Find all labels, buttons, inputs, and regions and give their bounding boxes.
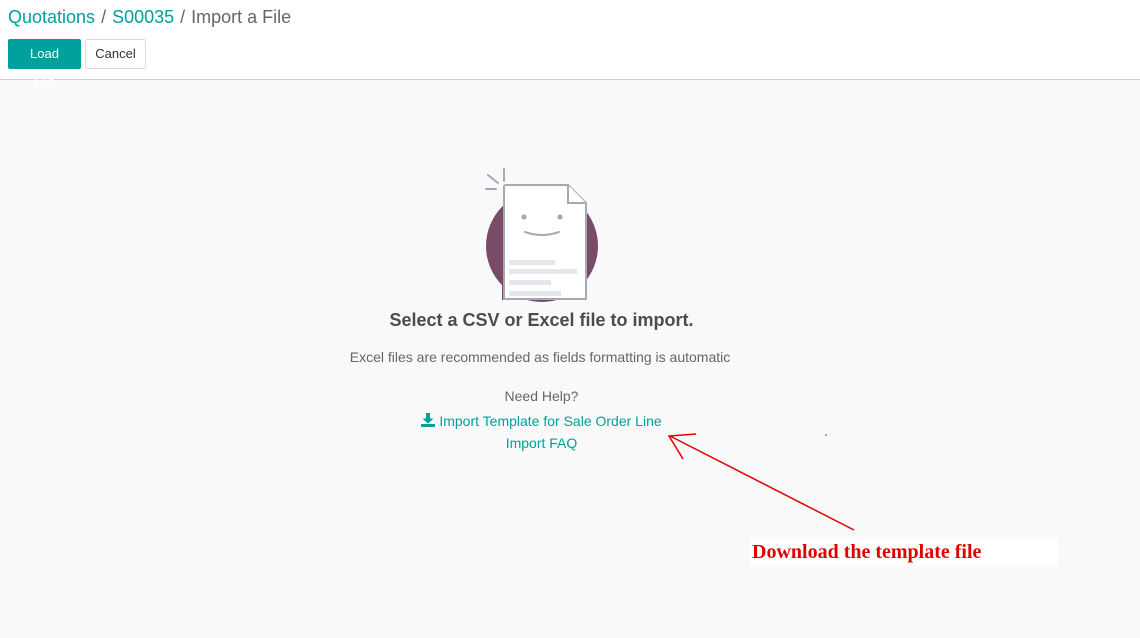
document-illustration [485,168,598,302]
empty-state-subtitle: Excel files are recommended as fields fo… [349,349,731,365]
breadcrumb-separator: / [180,7,186,27]
annotation-label: Download the template file [750,539,1058,565]
need-help-label: Need Help? [504,388,579,404]
load-file-button[interactable]: Load File [8,39,81,89]
control-panel: Quotations / S00035/Import a File Load Fil… [0,0,1140,89]
download-icon [421,413,436,427]
breadcrumb-current: Import a File [191,7,292,27]
import-template-label: Import Template for Sale Order Line [439,413,662,429]
breadcrumb: Quotations / S00035/Import a File [8,6,291,28]
breadcrumb-separator: / [101,7,107,27]
empty-state-title: Select a CSV or Excel file to import. [389,310,694,330]
breadcrumb-item-order[interactable]: S00035 [112,7,174,27]
cancel-button[interactable]: Cancel [85,39,146,69]
import-template-link[interactable]: Import Template for Sale Order Line [0,413,1083,429]
breadcrumb-item-quotations[interactable]: Quotations [8,7,95,27]
